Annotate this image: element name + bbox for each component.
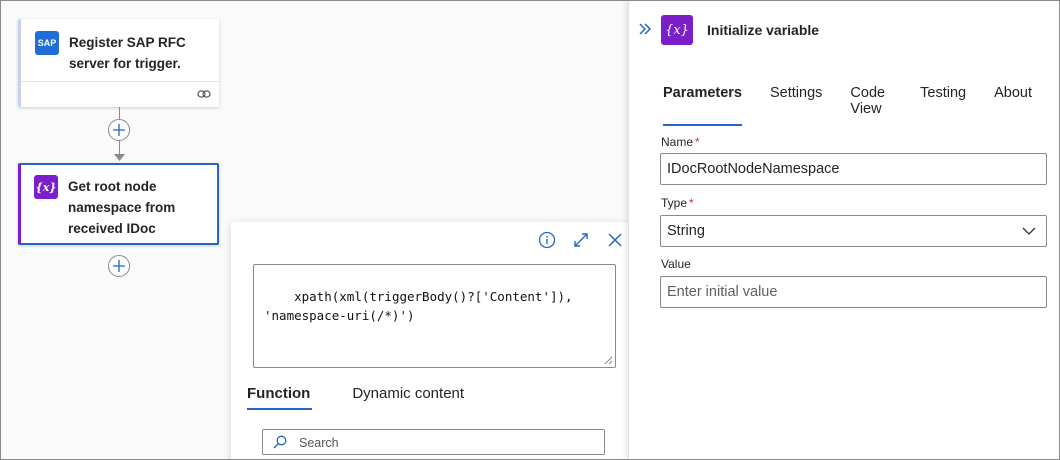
expression-editor: xpath(xml(triggerBody()?['Content']), 'n… [231, 222, 635, 460]
add-step-button[interactable] [108, 255, 130, 277]
close-icon[interactable] [605, 230, 625, 250]
add-step-button[interactable] [108, 119, 130, 141]
card-footer [21, 81, 219, 107]
tab-testing[interactable]: Testing [920, 85, 966, 126]
variable-icon: {x} [661, 15, 693, 45]
collapse-panel-icon[interactable] [637, 21, 653, 37]
type-label-text: Type [661, 196, 688, 210]
tab-dynamic-content[interactable]: Dynamic content [352, 385, 464, 410]
arrow-down-icon [114, 154, 125, 161]
tab-function[interactable]: Function [247, 385, 313, 410]
connector-line [119, 107, 120, 119]
resize-handle-icon[interactable] [604, 356, 613, 365]
value-label: Value [661, 257, 691, 271]
type-select[interactable]: String [660, 215, 1047, 247]
editor-tabs: Function Dynamic content [247, 385, 464, 410]
search-placeholder: Search [299, 436, 339, 450]
value-label-text: Value [661, 257, 691, 271]
pane-tabs: Parameters Settings Code View Testing Ab… [663, 85, 1060, 126]
variable-card-title: Get root node namespace from received ID… [68, 179, 176, 236]
get-root-namespace-card[interactable]: {x} Get root node namespace from receive… [18, 163, 219, 245]
sap-trigger-card[interactable]: SAP Register SAP RFC server for trigger. [18, 19, 219, 107]
name-value: IDocRootNodeNamespace [667, 161, 840, 177]
chevron-down-icon [1022, 227, 1036, 235]
search-icon [273, 435, 287, 449]
sap-trigger-title: Register SAP RFC server for trigger. [69, 35, 186, 71]
plus-icon [113, 124, 125, 136]
function-search-box[interactable]: Search [262, 429, 605, 455]
name-field[interactable]: IDocRootNodeNamespace [660, 153, 1047, 185]
info-icon[interactable] [537, 230, 557, 250]
required-mark: * [689, 196, 694, 210]
expression-input[interactable]: xpath(xml(triggerBody()?['Content']), 'n… [253, 264, 616, 368]
editor-toolbar [537, 230, 625, 250]
tab-parameters[interactable]: Parameters [663, 85, 742, 126]
sap-logo-icon: SAP [35, 31, 59, 55]
tab-settings[interactable]: Settings [770, 85, 822, 126]
value-placeholder: Enter initial value [667, 284, 778, 300]
type-value: String [667, 223, 705, 239]
plus-icon [113, 260, 125, 272]
variable-icon: {x} [34, 175, 58, 199]
name-label: Name * [661, 135, 700, 149]
pane-title: Initialize variable [707, 22, 820, 38]
link-icon[interactable] [197, 88, 211, 100]
action-details-pane: {x} Initialize variable Parameters Setti… [628, 0, 1060, 460]
tab-about[interactable]: About [994, 85, 1032, 126]
expression-text: xpath(xml(triggerBody()?['Content']), 'n… [264, 289, 573, 323]
value-field[interactable]: Enter initial value [660, 276, 1047, 308]
name-label-text: Name [661, 135, 694, 149]
expand-icon[interactable] [571, 230, 591, 250]
required-mark: * [695, 135, 700, 149]
tab-code-view[interactable]: Code View [850, 85, 892, 126]
type-label: Type * [661, 196, 694, 210]
